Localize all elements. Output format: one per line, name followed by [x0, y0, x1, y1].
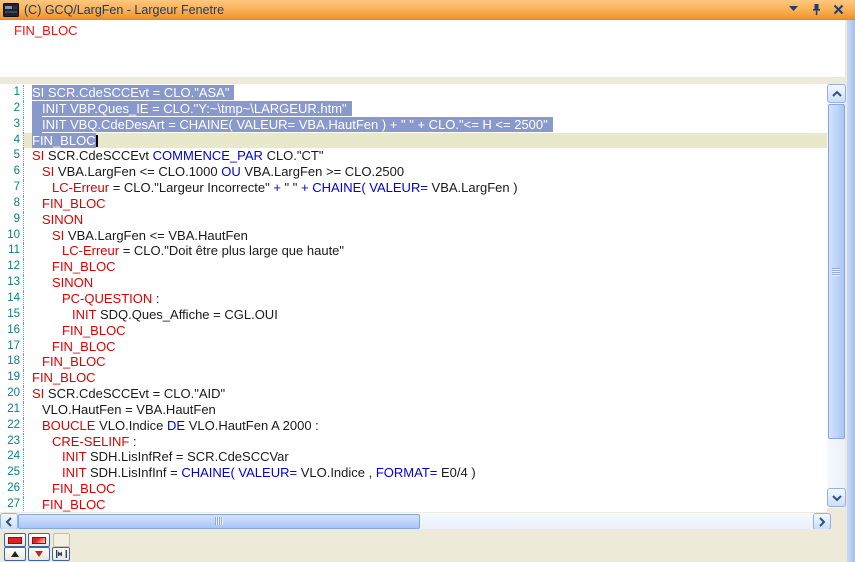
gradient-red-bar-icon: [32, 537, 46, 544]
horizontal-scrollbar-thumb[interactable]: [18, 514, 420, 529]
titlebar-controls: [787, 2, 845, 16]
code-line[interactable]: 23CRE-SELINF :: [0, 434, 827, 450]
code-line[interactable]: 12FIN_BLOC: [0, 259, 827, 275]
line-number[interactable]: 13: [0, 275, 24, 291]
code-line[interactable]: 1SI SCR.CdeSCCEvt = CLO."ASA": [0, 85, 827, 101]
code-line[interactable]: 10SI VBA.LargFen <= VBA.HautFen: [0, 228, 827, 244]
scroll-down-button[interactable]: [827, 488, 846, 507]
thumb-grip: [832, 268, 840, 276]
line-number[interactable]: 14: [0, 291, 24, 307]
line-number[interactable]: 6: [0, 164, 24, 180]
horizontal-scrollbar[interactable]: [0, 513, 830, 529]
code-line[interactable]: 21VLO.HautFen = VBA.HautFen: [0, 402, 827, 418]
scroll-left-button[interactable]: [0, 513, 18, 530]
code-line[interactable]: 25INIT SDH.LisInfInf = CHAINE( VALEUR= V…: [0, 465, 827, 481]
code-line[interactable]: 6SI VBA.LargFen <= CLO.1000 OU VBA.LargF…: [0, 164, 827, 180]
line-number[interactable]: 2: [0, 101, 24, 117]
line-number[interactable]: 27: [0, 497, 24, 512]
line-number[interactable]: 24: [0, 449, 24, 465]
code-line[interactable]: 8FIN_BLOC: [0, 196, 827, 212]
code-line[interactable]: 27FIN_BLOC: [0, 497, 827, 512]
line-number[interactable]: 12: [0, 259, 24, 275]
code-line[interactable]: 11LC-Erreur = CLO."Doit être plus large …: [0, 243, 827, 259]
line-number[interactable]: 7: [0, 180, 24, 196]
line-number[interactable]: 4: [0, 133, 24, 149]
line-number[interactable]: 18: [0, 354, 24, 370]
up-arrow-button[interactable]: [4, 547, 26, 561]
code-editor[interactable]: 1SI SCR.CdeSCCEvt = CLO."ASA"2INIT VBP.Q…: [0, 84, 827, 512]
code-line[interactable]: 9SINON: [0, 212, 827, 228]
code-line[interactable]: 18FIN_BLOC: [0, 354, 827, 370]
code-line[interactable]: 13SINON: [0, 275, 827, 291]
down-arrow-button[interactable]: [28, 547, 50, 561]
line-number[interactable]: 22: [0, 418, 24, 434]
output-pane[interactable]: FIN_BLOC: [0, 20, 845, 77]
line-number[interactable]: 1: [0, 85, 24, 101]
red-down-triangle-icon: [35, 551, 43, 557]
solid-red-bar-button[interactable]: [4, 533, 26, 547]
blank-disabled-button: [53, 533, 70, 547]
line-number[interactable]: 15: [0, 307, 24, 323]
docked-panel-edge: [847, 20, 855, 562]
output-text: FIN_BLOC: [14, 23, 78, 38]
code-line[interactable]: 17FIN_BLOC: [0, 339, 827, 355]
line-number[interactable]: 21: [0, 402, 24, 418]
code-line[interactable]: 24INIT SDH.LisInfRef = SCR.CdeSCCVar: [0, 449, 827, 465]
console-window-icon: [3, 3, 19, 17]
fit-horizontal-icon: [56, 550, 67, 558]
line-number[interactable]: 19: [0, 370, 24, 386]
code-line[interactable]: 16FIN_BLOC: [0, 323, 827, 339]
fit-horizontal-button[interactable]: [52, 547, 70, 561]
window-title: (C) GCQ/LargFen - Largeur Fenetre: [24, 3, 224, 17]
code-line[interactable]: 20SI SCR.CdeSCCEvt = CLO."AID": [0, 386, 827, 402]
bottom-toolbar: Val. (Inter.) Val. (Batch) Ajuster Aband…: [0, 529, 855, 562]
line-number[interactable]: 26: [0, 481, 24, 497]
code-line[interactable]: 26FIN_BLOC: [0, 481, 827, 497]
line-number[interactable]: 20: [0, 386, 24, 402]
code-line[interactable]: 7LC-Erreur = CLO."Largeur Incorrecte" + …: [0, 180, 827, 196]
thumb-grip: [215, 517, 223, 525]
scroll-right-button[interactable]: [813, 513, 831, 530]
line-number[interactable]: 3: [0, 117, 24, 133]
line-number[interactable]: 25: [0, 465, 24, 481]
solid-red-bar-icon: [8, 537, 22, 544]
code-line[interactable]: 4FIN_BLOC: [0, 133, 827, 149]
code-line[interactable]: 19FIN_BLOC: [0, 370, 827, 386]
code-line[interactable]: 15INIT SDQ.Ques_Affiche = CGL.OUI: [0, 307, 827, 323]
line-number[interactable]: 17: [0, 339, 24, 355]
code-line[interactable]: 3INIT VBQ.CdeDesArt = CHAINE( VALEUR= VB…: [0, 117, 827, 133]
app-window: (C) GCQ/LargFen - Largeur Fenetre FIN_BL…: [0, 0, 855, 562]
pin-icon[interactable]: [809, 2, 823, 16]
chevron-down-icon[interactable]: [787, 2, 801, 16]
text-caret: [96, 135, 98, 147]
vertical-scrollbar-thumb[interactable]: [828, 104, 845, 439]
line-number[interactable]: 5: [0, 148, 24, 164]
scroll-up-button[interactable]: [827, 84, 846, 103]
vertical-scrollbar[interactable]: [827, 84, 845, 508]
line-number[interactable]: 11: [0, 243, 24, 259]
line-number[interactable]: 9: [0, 212, 24, 228]
gradient-red-bar-button[interactable]: [28, 533, 50, 547]
line-number[interactable]: 10: [0, 228, 24, 244]
code-line[interactable]: 14PC-QUESTION :: [0, 291, 827, 307]
code-line[interactable]: 22BOUCLE VLO.Indice DE VLO.HautFen A 200…: [0, 418, 827, 434]
black-up-triangle-icon: [11, 551, 19, 557]
close-icon[interactable]: [831, 2, 845, 16]
code-lines: 1SI SCR.CdeSCCEvt = CLO."ASA"2INIT VBP.Q…: [0, 84, 827, 512]
code-line[interactable]: 2INIT VBP.Ques_IE = CLO."Y:~\tmp~\LARGEU…: [0, 101, 827, 117]
code-line[interactable]: 5SI SCR.CdeSCCEvt COMMENCE_PAR CLO."CT": [0, 148, 827, 164]
line-number[interactable]: 23: [0, 434, 24, 450]
line-number[interactable]: 8: [0, 196, 24, 212]
titlebar: (C) GCQ/LargFen - Largeur Fenetre: [0, 0, 855, 20]
line-number[interactable]: 16: [0, 323, 24, 339]
